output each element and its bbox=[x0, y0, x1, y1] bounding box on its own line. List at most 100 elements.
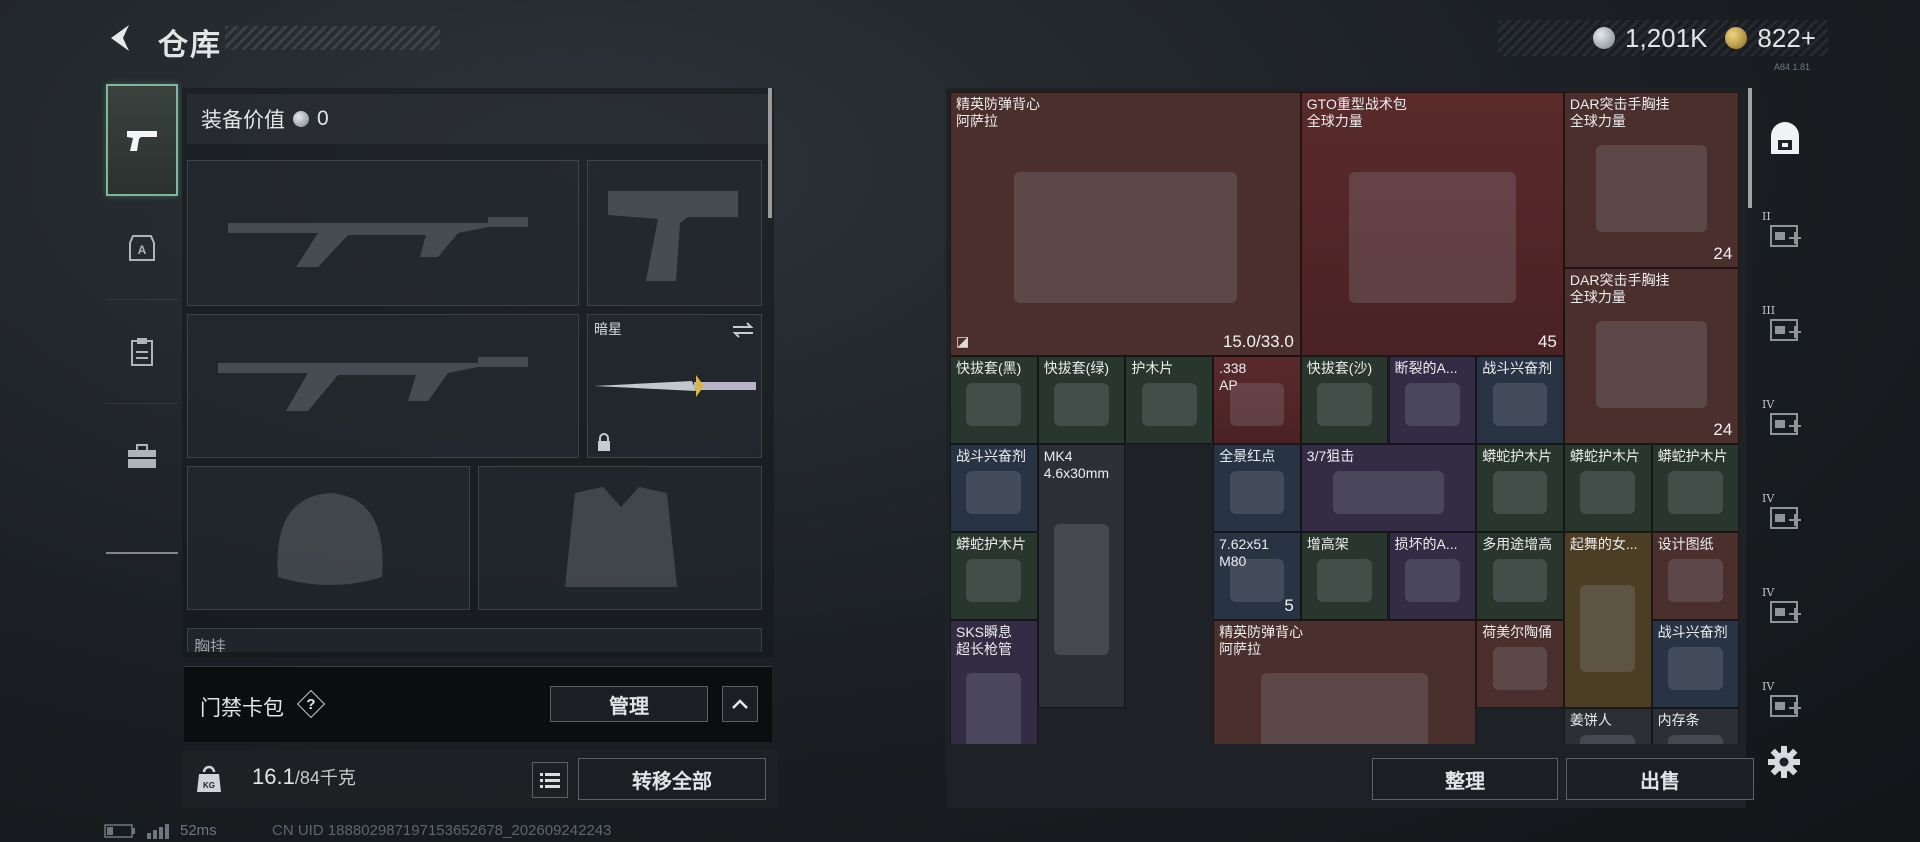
storage-grid: 精英防弹背心 阿萨拉 15.0/33.0 ◪ GTO重型战术包 全球力量 45 DAR突击… bbox=[950, 92, 1740, 744]
storage-item[interactable]: 蟒蛇护木片 bbox=[1651, 444, 1740, 532]
item-image bbox=[966, 382, 1022, 426]
storage-item[interactable]: 荷美尔陶俑 bbox=[1476, 620, 1564, 708]
tab-weapons[interactable] bbox=[106, 84, 178, 196]
storage-item[interactable]: 战斗兴奋剂 bbox=[1651, 620, 1740, 708]
transfer-all-button[interactable]: 转移全部 bbox=[578, 758, 766, 800]
weight-current: 16.1 bbox=[252, 764, 295, 789]
storage-item[interactable]: DAR突击手胸挂 全球力量 24 bbox=[1563, 92, 1740, 268]
list-view-button[interactable] bbox=[532, 762, 568, 798]
storage-item[interactable]: 损坏的A... bbox=[1388, 532, 1477, 620]
storage-item[interactable]: GTO重型战术包 全球力量 45 bbox=[1300, 92, 1564, 356]
storage-item-name: 精英防弹背心 阿萨拉 bbox=[1219, 624, 1304, 657]
storage-item[interactable]: 精英防弹背心 阿萨拉 15.0/33.0 ◪ bbox=[950, 92, 1301, 356]
storage-item[interactable]: 内存条 bbox=[1651, 708, 1740, 744]
storage-item[interactable]: MK4 4.6x30mm bbox=[1037, 444, 1126, 708]
item-image bbox=[966, 673, 1022, 744]
storage-item[interactable]: 快拔套(黑) bbox=[950, 356, 1038, 444]
storage-item-count: 24 bbox=[1713, 244, 1733, 263]
storage-item-name: 蟒蛇护木片 bbox=[1569, 448, 1640, 464]
storage-item-count: 24 bbox=[1713, 420, 1733, 439]
storage-item[interactable]: 断裂的A... bbox=[1388, 356, 1477, 444]
rifle-silhouette-icon bbox=[228, 217, 528, 267]
storage-item[interactable]: 快拔套(绿) bbox=[1037, 356, 1126, 444]
currency-display: 1,201K 822+ bbox=[1498, 20, 1828, 56]
storage-item[interactable]: .338 AP bbox=[1213, 356, 1301, 444]
storage-item[interactable]: 战斗兴奋剂 bbox=[1476, 356, 1564, 444]
silver-coin-amount: 1,201K bbox=[1625, 22, 1708, 53]
storage-tab-7[interactable]: IV bbox=[1760, 674, 1810, 734]
storage-item-name: .338 AP bbox=[1219, 360, 1247, 393]
storage-item[interactable]: 精英防弹背心 阿萨拉 bbox=[1213, 620, 1477, 744]
equipment-scrollbar[interactable] bbox=[768, 88, 772, 218]
knife-icon bbox=[594, 375, 756, 397]
storage-item-name: 蟒蛇护木片 bbox=[1482, 448, 1553, 464]
storage-tab-level: IV bbox=[1762, 680, 1775, 693]
storage-item-name: 战斗兴奋剂 bbox=[956, 448, 1026, 464]
storage-item-count: 45 bbox=[1537, 332, 1557, 351]
helmet-slot[interactable] bbox=[187, 466, 470, 610]
storage-item[interactable]: 全景红点 bbox=[1213, 444, 1301, 532]
chevron-up-icon bbox=[732, 699, 748, 709]
manage-button[interactable]: 管理 bbox=[550, 686, 708, 722]
storage-item-count: 5 bbox=[1284, 596, 1294, 615]
primary-weapon-slot[interactable] bbox=[187, 160, 579, 306]
armor-slot[interactable] bbox=[478, 466, 762, 610]
toolbox-icon bbox=[128, 444, 156, 468]
storage-item[interactable]: 7.62x51 M80 5 bbox=[1213, 532, 1301, 620]
storage-item[interactable]: 增高架 bbox=[1300, 532, 1389, 620]
keycard-help-icon[interactable]: ? bbox=[298, 691, 324, 717]
storage-tab-level: II bbox=[1762, 210, 1771, 223]
storage-item-name: 快拔套(沙) bbox=[1306, 360, 1373, 376]
storage-item[interactable]: 姜饼人 bbox=[1563, 708, 1652, 744]
tab-armor[interactable]: A bbox=[106, 196, 178, 300]
item-image bbox=[1317, 558, 1373, 602]
storage-item[interactable]: SKS瞬息 超长枪管 bbox=[950, 620, 1038, 744]
item-image bbox=[1317, 382, 1373, 426]
storage-item[interactable]: 护木片 bbox=[1125, 356, 1214, 444]
storage-item[interactable]: 3/7狙击 bbox=[1300, 444, 1477, 532]
storage-item[interactable]: 蟒蛇护木片 bbox=[1563, 444, 1652, 532]
tab-tools[interactable] bbox=[106, 404, 178, 508]
storage-item-name: SKS瞬息 超长枪管 bbox=[956, 624, 1013, 657]
rifle-silhouette-icon bbox=[218, 357, 528, 411]
pistol-slot[interactable] bbox=[587, 160, 762, 306]
storage-item[interactable]: 多用途增高 bbox=[1476, 532, 1564, 620]
sort-button[interactable]: 整理 bbox=[1372, 758, 1558, 800]
melee-name: 暗星 bbox=[594, 321, 622, 337]
sidebar-divider bbox=[106, 552, 178, 554]
lock-icon bbox=[598, 433, 610, 451]
storage-item[interactable]: 战斗兴奋剂 bbox=[950, 444, 1038, 532]
pistol-icon bbox=[127, 131, 157, 151]
melee-slot[interactable]: 暗星 bbox=[587, 314, 762, 458]
storage-item[interactable]: 快拔套(沙) bbox=[1300, 356, 1389, 444]
swap-arrows-icon[interactable] bbox=[731, 321, 755, 339]
storage-item[interactable]: 蟒蛇护木片 bbox=[1476, 444, 1564, 532]
storage-item[interactable]: 起舞的女... bbox=[1563, 532, 1652, 708]
storage-item[interactable]: 蟒蛇护木片 bbox=[950, 532, 1038, 620]
pistol-silhouette-icon bbox=[608, 191, 738, 281]
storage-item-name: 战斗兴奋剂 bbox=[1482, 360, 1553, 376]
tab-consumables[interactable] bbox=[106, 300, 178, 404]
armor-badge-icon: A bbox=[129, 234, 155, 261]
storage-tab-4[interactable]: IV bbox=[1760, 392, 1810, 452]
gold-coin-icon bbox=[1725, 27, 1748, 49]
item-image bbox=[1013, 171, 1237, 303]
back-button[interactable] bbox=[100, 18, 140, 58]
storage-tab-5[interactable]: IV bbox=[1760, 486, 1810, 546]
item-image bbox=[966, 558, 1022, 602]
storage-tab-3[interactable]: III bbox=[1760, 298, 1810, 358]
storage-item[interactable]: DAR突击手胸挂 全球力量 24 bbox=[1563, 268, 1740, 444]
storage-scrollbar[interactable] bbox=[1748, 88, 1752, 208]
storage-item[interactable]: 设计图纸 bbox=[1651, 532, 1740, 620]
storage-tab-6[interactable]: IV bbox=[1760, 580, 1810, 640]
collapse-button[interactable] bbox=[722, 686, 758, 722]
ping-value: 52ms bbox=[180, 822, 217, 839]
storage-tab-1[interactable] bbox=[1760, 110, 1810, 170]
sell-button[interactable]: 出售 bbox=[1566, 758, 1754, 800]
secondary-weapon-slot[interactable] bbox=[187, 314, 579, 458]
storage-tab-2[interactable]: II bbox=[1760, 204, 1810, 264]
chest-rig-slot[interactable]: 胸挂 bbox=[187, 628, 762, 652]
settings-button[interactable] bbox=[1762, 740, 1806, 784]
equipment-value-header: 装备价值 0 bbox=[187, 94, 769, 144]
gold-coin-amount[interactable]: 822+ bbox=[1757, 23, 1816, 54]
